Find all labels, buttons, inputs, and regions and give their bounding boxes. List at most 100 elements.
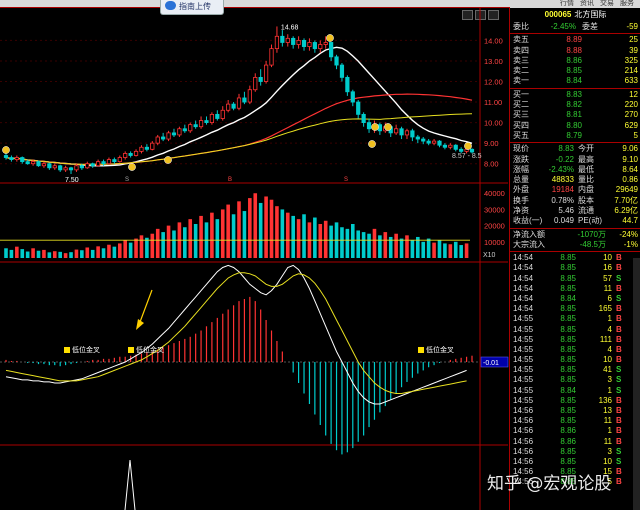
menu-item[interactable]: 资讯 [580,0,594,8]
tick-time: 14:56 [513,416,534,426]
tick-row[interactable]: 14:54 8.85 16 B [510,263,640,273]
candle-body [345,76,350,93]
diff-value: -59 [626,22,638,31]
tick-price: 8.85 [560,446,576,456]
signal-badge [128,163,136,171]
menu-item[interactable]: 行情 [560,0,574,8]
watermark: 知乎 @宏观论股 [487,474,612,494]
tick-side: S [616,273,622,283]
tick-row[interactable]: 14:56 8.85 13 B [510,406,640,416]
tick-row[interactable]: 14:55 8.85 4 B [510,345,640,355]
tick-row[interactable]: 14:55 8.85 136 B [510,396,640,406]
chart-area[interactable]: 14.00 13.00 12.00 11.00 10.00 9.00 8.00 14.68 7… [0,0,510,510]
candle-body [307,42,312,47]
tick-row[interactable]: 14:56 8.85 11 B [510,416,640,426]
tick-row[interactable]: 14:55 8.85 4 B [510,325,640,335]
bid-book: 买一 8.83 12 买二 8.82 220 买三 8.81 270 买四 8.80 629 买五 8.7… [510,90,640,141]
tick-price: 8.85 [560,253,576,263]
divider [510,142,640,144]
tick-price: 8.85 [560,283,576,293]
quote-panel: 000065 北方国际 委比 -2.45% 委差 -59 卖五 8.89 25 卖四 8.… [509,8,640,510]
tick-time: 14:54 [513,273,534,283]
tick-row[interactable]: 14:54 8.85 10 B [510,253,640,263]
volume-bar [36,250,41,258]
volume-scale-label: X10 [483,252,496,259]
ask-level-label: 卖四 [513,45,529,55]
tick-time: 14:55 [513,324,534,334]
y-tick-label: 9.00 [484,139,499,148]
bid-level-label: 买一 [513,89,529,99]
tick-row[interactable]: 14:55 8.85 41 S [510,365,640,375]
volume-bar [117,243,122,258]
ask-row: 卖三 8.86 325 [510,56,640,66]
candle-body [63,167,68,171]
volume-bar [437,240,442,258]
tick-time: 14:55 [513,355,534,365]
ask-price: 8.88 [566,45,582,55]
volume-bar [150,233,155,258]
tick-row[interactable]: 14:54 8.84 6 S [510,294,640,304]
tick-row[interactable]: 14:54 8.85 57 S [510,274,640,284]
volume-bar [296,219,301,258]
volume-bar [172,230,176,258]
volume-bar [323,220,328,258]
volume-bar [394,233,398,258]
tick-price: 8.85 [560,273,576,283]
tick-row[interactable]: 14:55 8.85 3 S [510,375,640,385]
volume-bar [4,248,8,258]
stock-name: 北方国际 [574,10,607,19]
tick-row[interactable]: 14:56 8.86 11 B [510,437,640,447]
candle-body [410,130,415,138]
tick-price: 8.84 [560,293,576,303]
volume-tick-label: 10000 [484,238,505,247]
tick-price: 8.85 [560,365,576,375]
volume-tick-label: 20000 [484,222,505,231]
volume-bar [231,214,236,258]
volume-bar [210,212,214,258]
candle-body [139,146,144,152]
tick-row[interactable]: 14:55 8.85 111 B [510,335,640,345]
tick-volume: 6 [607,293,612,303]
candle-body [123,153,128,158]
tick-time: 14:55 [513,375,534,385]
tick-row[interactable]: 14:55 8.85 1 B [510,314,640,324]
ask-volume: 214 [624,66,638,76]
bid-row: 买四 8.80 629 [510,121,640,131]
tick-volume: 10 [603,355,612,365]
volume-bar [426,238,431,258]
tick-row[interactable]: 14:54 8.85 11 B [510,284,640,294]
volume-bar [399,238,404,258]
tick-row[interactable]: 14:56 8.85 3 S [510,447,640,457]
volume-bar [226,204,230,258]
candle-body [274,35,280,50]
stat-value: 44.7 [622,216,638,226]
tick-volume: 41 [603,365,612,375]
candle-body [58,165,63,171]
signal-letter: S [344,177,348,183]
volume-bar [31,248,35,258]
candle-body [437,140,442,146]
tick-side: B [616,263,622,273]
tick-row[interactable]: 14:55 8.84 1 S [510,386,640,396]
tick-side: B [616,355,622,365]
tick-volume: 16 [603,263,612,273]
tick-row[interactable]: 14:56 8.85 10 S [510,457,640,467]
candle-body [215,113,220,119]
tick-side: B [616,467,622,477]
menu-item[interactable]: 服务 [620,0,634,8]
stat-row: 涨幅 -2.43% 最低 8.64 [510,165,640,175]
tick-list[interactable]: 14:54 8.85 10 B 14:54 8.85 16 B 14:54 8.85 57 S 14:5… [510,253,640,487]
menu-item[interactable]: 交易 [600,0,614,8]
volume-bar [134,238,138,258]
signal-letter: S [125,177,129,183]
stock-header[interactable]: 000065 北方国际 [510,8,640,22]
volume-bar [220,209,225,258]
tick-row[interactable]: 14:56 8.86 1 B [510,426,640,436]
tick-price: 8.85 [560,355,576,365]
volume-bar [350,224,355,258]
tick-scrollbar[interactable] [633,258,640,510]
volume-bar [166,225,171,258]
tick-row[interactable]: 14:55 8.85 10 B [510,355,640,365]
tick-row[interactable]: 14:54 8.85 165 B [510,304,640,314]
tick-time: 14:56 [513,406,534,416]
